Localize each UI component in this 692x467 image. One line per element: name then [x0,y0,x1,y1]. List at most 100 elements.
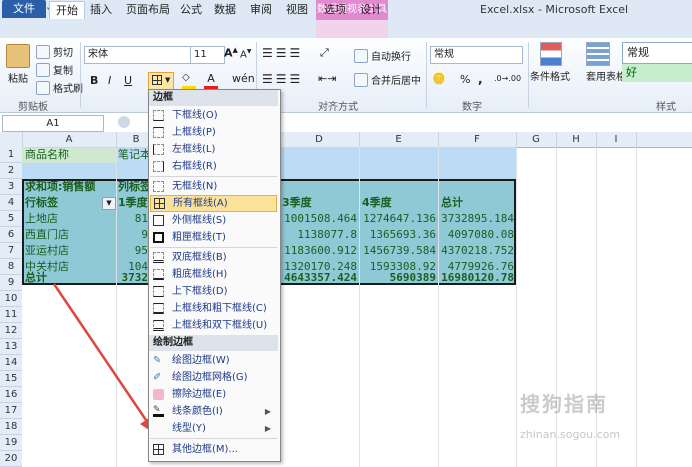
row-header-19[interactable]: 19 [0,435,22,451]
menu-item-erase-border[interactable]: 擦除边框(E) [150,386,277,403]
cell-e5[interactable]: 1274647.136 [359,211,436,227]
row-label-filter-icon[interactable]: ▼ [102,197,116,210]
row-header-6[interactable]: 6 [0,227,22,243]
row-header-15[interactable]: 15 [0,371,22,387]
menu-item-top-bottom-border[interactable]: 上下框线(D) [150,283,277,300]
cell-d7[interactable]: 1183600.912 [280,243,357,259]
wrap-text-button[interactable]: 自动换行 [354,48,411,63]
cell-e9[interactable]: 5690389 [359,270,436,286]
cell-b5[interactable]: 81 [118,211,148,227]
cell-a4[interactable]: 行标签 [25,195,85,211]
cell-f6[interactable]: 4097080.08 [438,227,514,243]
row-header-9[interactable]: 9 [0,275,22,291]
tab-design[interactable]: 设计 [354,1,388,18]
menu-item-right-border[interactable]: 右框线(R) [150,158,277,175]
cell-a7[interactable]: 亚运村店 [25,243,115,259]
increase-decimal-icon[interactable]: .0→.00 [494,74,521,83]
menu-item-line-color[interactable]: ✎ 线条颜色(I) ▶ [150,403,277,420]
row-header-1[interactable]: 1 [0,147,22,163]
table-format-icon[interactable] [586,42,610,66]
conditional-format-button[interactable]: 条件格式 [530,68,570,83]
row-header-8[interactable]: 8 [0,259,22,275]
cell-d6[interactable]: 1138077.8 [280,227,357,243]
paste-button[interactable]: 粘贴 [8,70,28,85]
menu-item-thick-box-border[interactable]: 粗匣框线(T) [150,229,277,246]
column-header-a[interactable]: A [22,132,117,147]
grow-font-button[interactable]: A▲ [224,46,238,60]
indent-icons[interactable]: ⇤⇥ [318,72,336,85]
row-header-13[interactable]: 13 [0,339,22,355]
orientation-icon[interactable]: ⤢ [320,46,329,60]
phonetic-icon[interactable]: wén [232,72,255,85]
cell-d5[interactable]: 1001508.464 [280,211,357,227]
cell-d4[interactable]: 3季度 [282,195,358,211]
name-box-dropdown-icon[interactable] [118,116,130,128]
cell-f9[interactable]: 16980120.78 [438,270,514,286]
shrink-font-button[interactable]: A▼ [240,48,251,60]
menu-item-more-borders[interactable]: 其他边框(M)... [150,441,277,458]
cell-e4[interactable]: 4季度 [362,195,436,211]
comma-button[interactable]: , [478,72,483,86]
column-header-h[interactable]: H [556,132,597,147]
font-name-box[interactable]: 宋体 [84,46,191,64]
underline-button[interactable]: U [124,74,132,87]
menu-item-top-border[interactable]: 上框线(P) [150,124,277,141]
cell-f4[interactable]: 总计 [441,195,515,211]
menu-item-draw-border-grid[interactable]: ✐ 绘图边框网格(G) [150,369,277,386]
column-header-i[interactable]: I [596,132,637,147]
cell-e7[interactable]: 1456739.584 [359,243,436,259]
row-header-3[interactable]: 3 [0,179,22,195]
menu-item-thick-bottom-border[interactable]: 粗底框线(H) [150,266,277,283]
cell-b7[interactable]: 95 [118,243,148,259]
menu-item-top-thick-bottom-border[interactable]: 上框线和粗下框线(C) [150,300,277,317]
cell-a3[interactable]: 求和项:销售额 [25,179,117,195]
row-header-16[interactable]: 16 [0,387,22,403]
menu-item-no-border[interactable]: 无框线(N) [150,178,277,195]
merge-center-button[interactable]: 合并后居中 [354,72,421,87]
name-box[interactable]: A1 [2,115,104,132]
tab-page-layout[interactable]: 页面布局 [120,1,176,18]
cell-b1[interactable]: 笔记本 [118,147,148,163]
row-header-18[interactable]: 18 [0,419,22,435]
tab-options[interactable]: 选项 [318,1,352,18]
conditional-format-icon[interactable] [540,42,562,66]
row-header-2[interactable]: 2 [0,163,22,179]
align-top-icons[interactable]: ☰☰☰ [262,46,303,60]
format-painter-button[interactable]: 格式刷 [36,80,83,95]
row-header-14[interactable]: 14 [0,355,22,371]
cell-b4[interactable]: 1季度 [118,195,148,211]
row-header-10[interactable]: 10 [0,291,22,307]
row-header-7[interactable]: 7 [0,243,22,259]
cell-d9[interactable]: 4643357.424 [280,270,357,286]
font-size-box[interactable]: 11 [190,46,225,64]
style-good[interactable]: 好 [622,64,692,82]
border-dropdown-button[interactable]: ▼ [148,72,174,90]
percent-button[interactable]: % [460,73,470,86]
cell-a6[interactable]: 西直门店 [25,227,115,243]
row-header-20[interactable]: 20 [0,451,22,467]
bold-button[interactable]: B [90,74,98,87]
cell-a5[interactable]: 上地店 [25,211,115,227]
style-normal[interactable]: 常规 [622,42,692,64]
row-header-12[interactable]: 12 [0,323,22,339]
tab-insert[interactable]: 插入 [84,1,118,18]
column-header-g[interactable]: G [516,132,557,147]
menu-item-left-border[interactable]: 左框线(L) [150,141,277,158]
number-format-box[interactable]: 常规 [430,46,523,64]
row-header-4[interactable]: 4 [0,195,22,211]
cut-button[interactable]: 剪切 [36,44,73,59]
align-horizontal-icons[interactable]: ☰☰☰ [262,72,303,86]
row-header-5[interactable]: 5 [0,211,22,227]
menu-item-top-double-bottom-border[interactable]: 上框线和双下框线(U) [150,317,277,334]
copy-button[interactable]: 复制 [36,62,73,77]
fill-color-icon[interactable]: ◇ [182,72,196,89]
column-header-d[interactable]: D [279,132,360,147]
cell-a1[interactable]: 商品名称 [25,147,115,163]
column-header-e[interactable]: E [359,132,439,147]
cell-f5[interactable]: 3732895.184 [438,211,514,227]
paste-icon[interactable] [6,44,30,68]
cell-b6[interactable]: 9 [118,227,148,243]
row-header-17[interactable]: 17 [0,403,22,419]
tab-review[interactable]: 审阅 [244,1,278,18]
menu-item-draw-border[interactable]: ✎ 绘图边框(W) [150,352,277,369]
